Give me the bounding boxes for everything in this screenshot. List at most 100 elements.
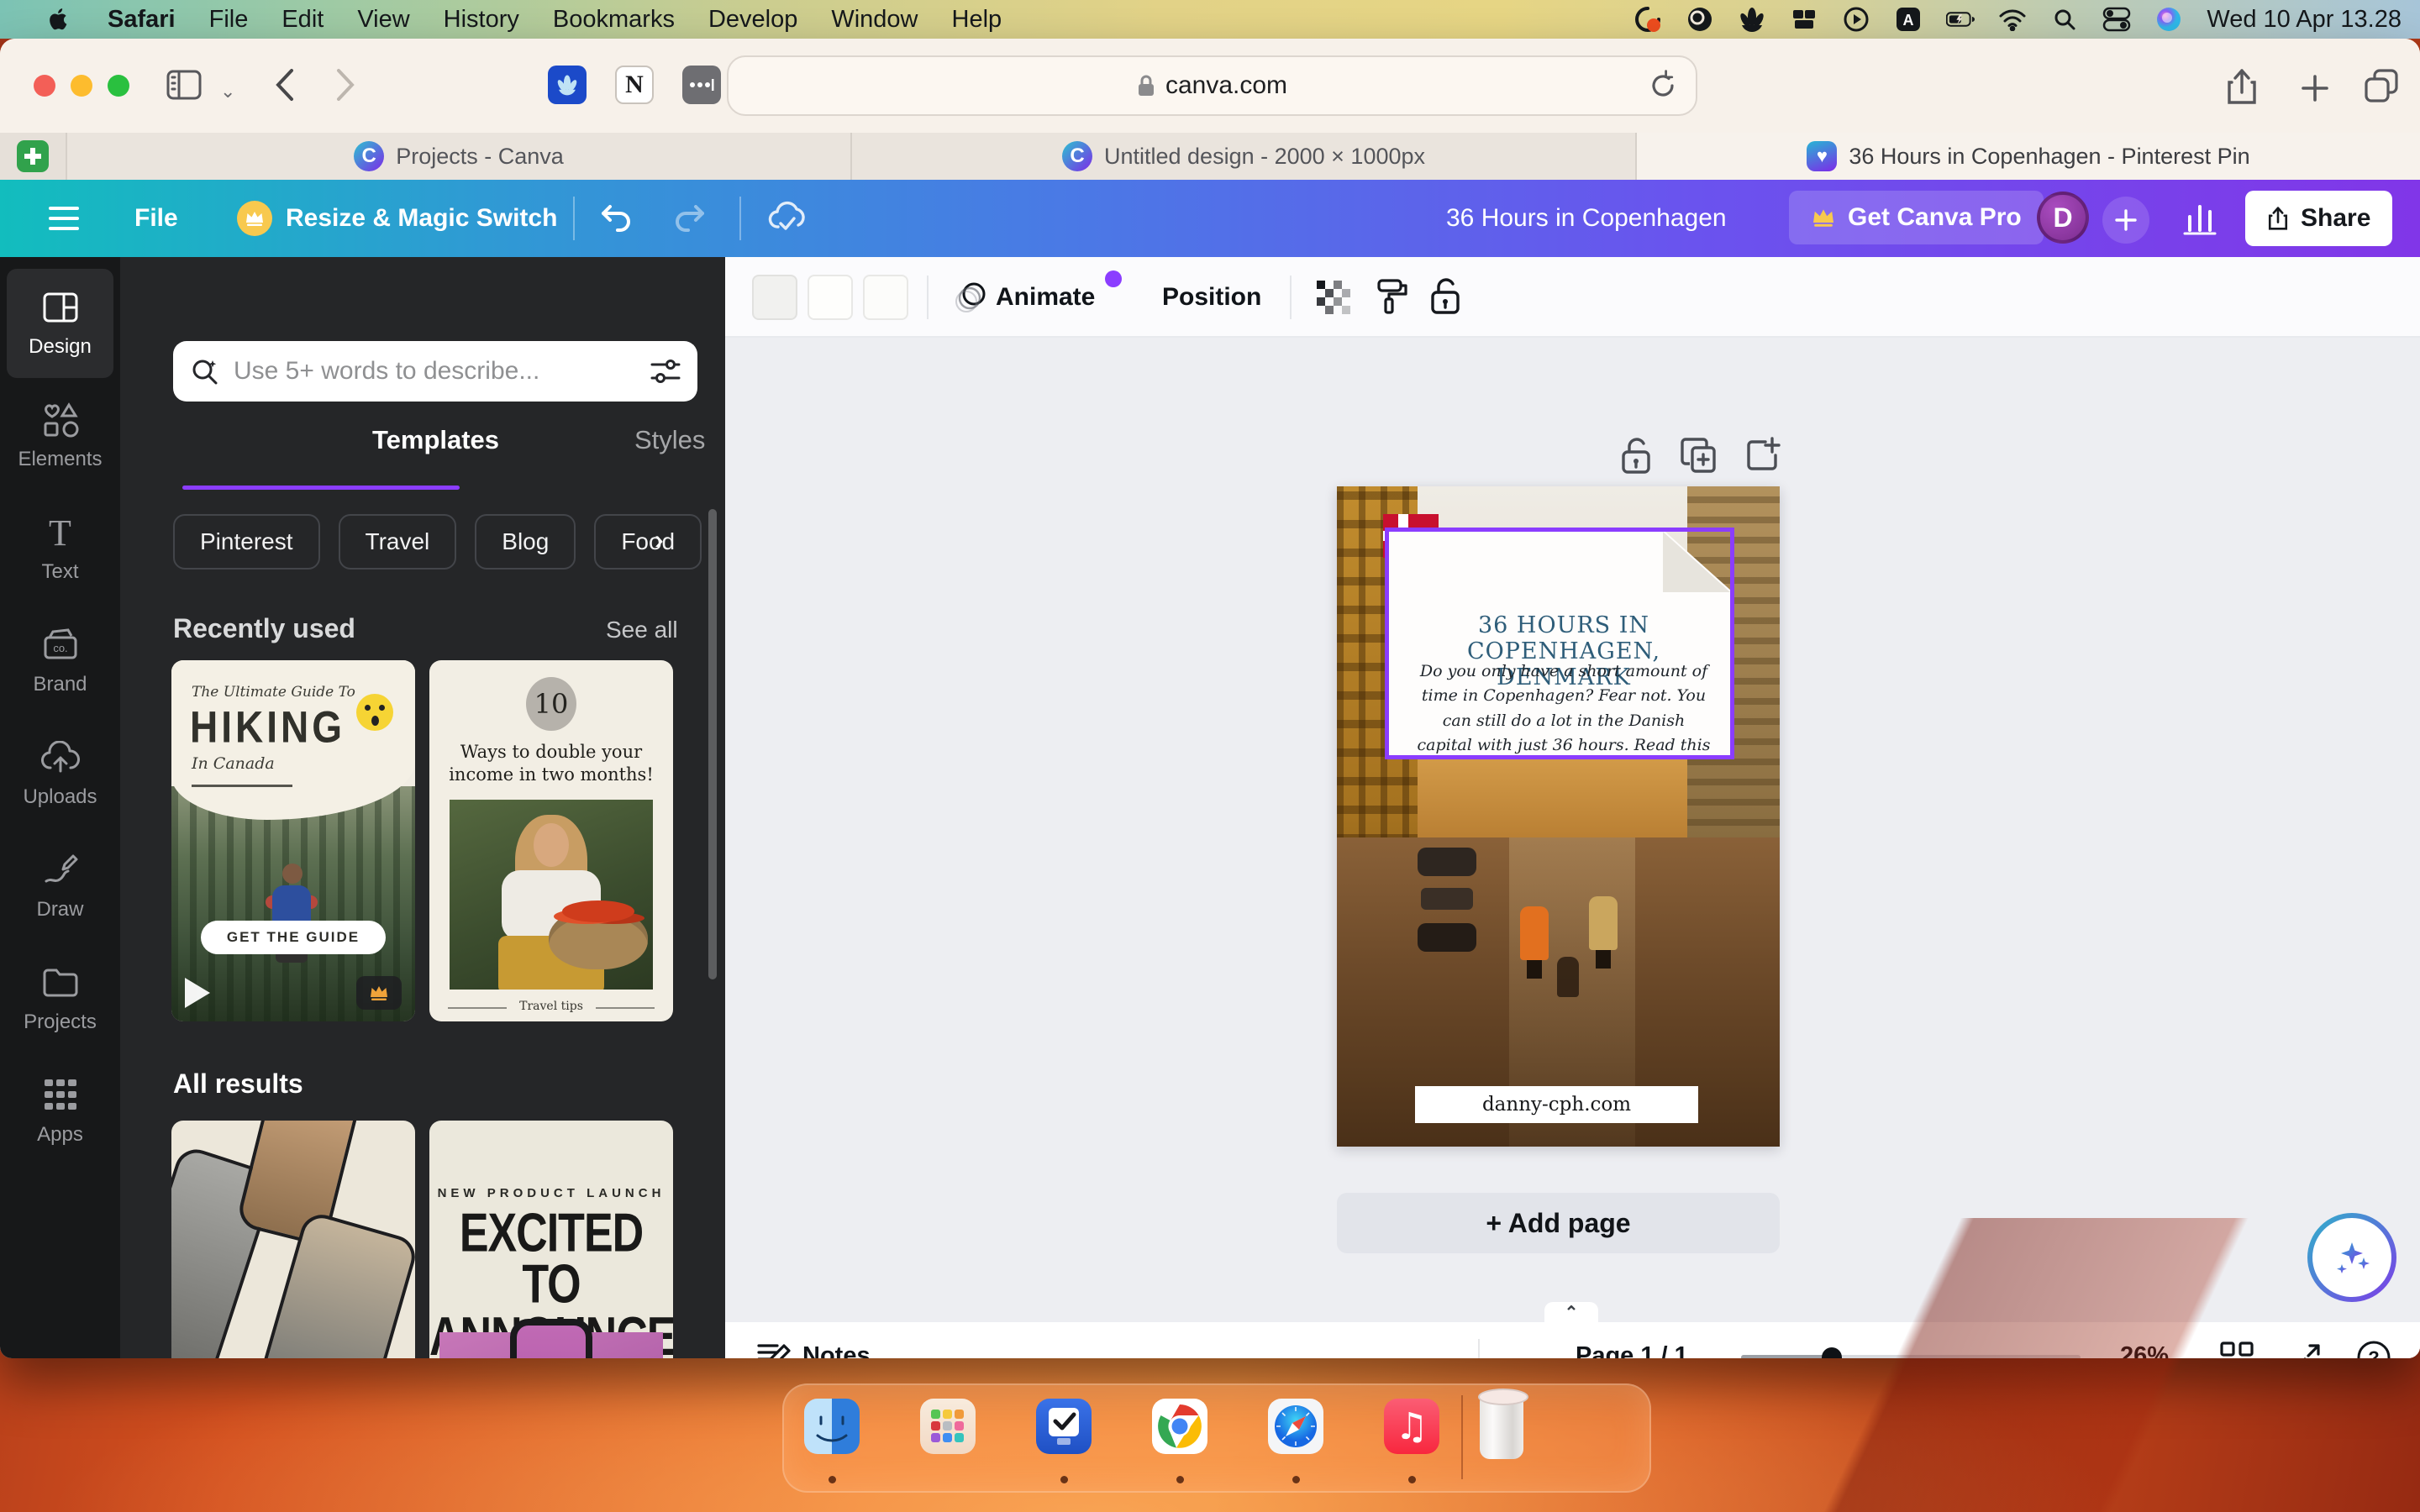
statusbar-collapse-tab[interactable]: ⌃ [1544,1302,1598,1322]
animate-icon[interactable] [954,279,991,316]
menu-history[interactable]: History [444,6,519,34]
chip-blog[interactable]: Blog [475,514,576,570]
sidebar-item-projects[interactable]: Projects [7,944,113,1053]
design-title[interactable]: 36 Hours in Copenhagen [1446,204,1727,233]
apple-logo-icon[interactable] [45,5,74,34]
color-swatch-1[interactable] [752,275,797,320]
tab-styles[interactable]: Styles [634,425,705,455]
dock-finder-icon[interactable] [804,1399,860,1454]
dock-things-icon[interactable] [1036,1399,1092,1454]
hamburger-menu-icon[interactable] [47,205,81,232]
sidebar-item-brand[interactable]: co. Brand [7,606,113,716]
menubar-clock[interactable]: Wed 10 Apr 13.28 [2207,6,2402,34]
zoom-window-button[interactable] [108,75,129,97]
loom-icon[interactable] [1686,5,1714,34]
chip-food[interactable]: Food [594,514,702,570]
avatar[interactable]: D [2037,192,2089,244]
address-bar[interactable]: canva.com [727,55,1697,116]
color-swatch-3[interactable] [863,275,908,320]
panel-scrollbar[interactable] [708,509,717,979]
animate-button[interactable]: Animate [996,283,1095,312]
template-search[interactable] [173,341,697,402]
notes-icon[interactable] [755,1341,791,1358]
minimize-window-button[interactable] [71,75,92,97]
template-card-hiking[interactable]: The Ultimate Guide To HIKING In Canada G… [171,660,415,1021]
wifi-icon[interactable] [1998,5,2027,34]
play-circle-icon[interactable] [1842,5,1870,34]
stage-manager-icon[interactable] [1790,5,1818,34]
menu-bookmarks[interactable]: Bookmarks [553,6,675,34]
add-member-button[interactable] [2102,197,2149,244]
keyboard-a-icon[interactable]: A [1894,5,1923,34]
share-button[interactable]: Share [2245,191,2392,246]
forward-button[interactable] [334,67,356,102]
design-page[interactable]: 36 HOURS IN COPENHAGEN, DENMARK Do you o… [1337,486,1780,1147]
tab-templates[interactable]: Templates [372,425,499,455]
chip-pinterest[interactable]: Pinterest [173,514,320,570]
sidebar-item-uploads[interactable]: Uploads [7,719,113,828]
lock-icon[interactable] [1428,276,1463,316]
sidebar-item-draw[interactable]: Draw [7,832,113,941]
dock-safari-icon[interactable] [1268,1399,1323,1454]
extension-lotus-icon[interactable] [548,66,587,104]
transparency-icon[interactable] [1315,279,1352,316]
undo-icon[interactable] [598,200,635,237]
template-card-announce[interactable]: NEW PRODUCT LAUNCH EXCITED TO ANNOUNCE [429,1121,673,1358]
menu-edit[interactable]: Edit [281,6,324,34]
grid-view-icon[interactable] [2219,1341,2254,1358]
template-card-phones[interactable] [171,1121,415,1358]
editor-canvas[interactable]: Animate Position [725,257,2420,1358]
search-input[interactable] [234,357,637,386]
menu-develop[interactable]: Develop [708,6,797,34]
sidebar-chevron-icon[interactable]: ⌄ [220,81,235,102]
help-icon[interactable]: ? [2355,1339,2392,1358]
color-swatch-2[interactable] [808,275,853,320]
menubar-app-name[interactable]: Safari [108,6,176,34]
sidebar-item-apps[interactable]: Apps [7,1057,113,1166]
position-button[interactable]: Position [1162,283,1261,312]
menu-window[interactable]: Window [831,6,918,34]
sidebar-item-text[interactable]: T Text [7,494,113,603]
menu-help[interactable]: Help [952,6,1002,34]
dock-music-icon[interactable]: ♫ [1384,1399,1439,1454]
share-icon[interactable] [2225,67,2259,106]
control-center-icon[interactable] [2102,5,2131,34]
back-button[interactable] [274,67,296,102]
dock-launchpad-icon[interactable] [920,1399,976,1454]
see-all-link[interactable]: See all [606,617,678,643]
file-menu-button[interactable]: File [134,204,178,233]
redo-icon[interactable] [671,200,708,237]
add-page-icon[interactable] [1742,435,1782,475]
extension-notion-icon[interactable]: N [615,66,654,104]
selected-text-box[interactable]: 36 HOURS IN COPENHAGEN, DENMARK Do you o… [1385,528,1734,759]
spotlight-icon[interactable] [2050,5,2079,34]
filter-sliders-icon[interactable] [650,357,681,386]
zoom-slider[interactable] [1741,1355,2081,1358]
new-tab-icon[interactable] [2301,74,2329,102]
ai-assistant-button[interactable] [2307,1213,2396,1302]
tab-copenhagen-pin[interactable]: ♥ 36 Hours in Copenhagen - Pinterest Pin [1637,133,2420,180]
zoom-slider-thumb[interactable] [1822,1347,1842,1358]
zoom-level[interactable]: 26% [2120,1342,2169,1358]
duplicate-page-icon[interactable] [1678,435,1718,475]
tab-projects[interactable]: C Projects - Canva [67,133,852,180]
screen-recording-icon[interactable] [1634,5,1662,34]
notes-button[interactable]: Notes [802,1342,871,1358]
reload-icon[interactable] [1649,69,1677,102]
lotus-icon[interactable] [1738,5,1766,34]
get-canva-pro-button[interactable]: Get Canva Pro [1789,191,2044,244]
tab-untitled-design[interactable]: C Untitled design - 2000 × 1000px [852,133,1637,180]
sidebar-toggle-icon[interactable] [166,69,202,101]
extension-password-icon[interactable] [682,66,721,104]
siri-icon[interactable] [2154,5,2183,34]
pinned-tab[interactable] [0,133,67,180]
resize-magic-switch-button[interactable]: Resize & Magic Switch [286,204,557,233]
menu-view[interactable]: View [357,6,409,34]
menu-file[interactable]: File [209,6,249,34]
tab-overview-icon[interactable] [2363,69,2400,104]
battery-icon[interactable] [1946,5,1975,34]
sidebar-item-elements[interactable]: Elements [7,381,113,491]
insights-chart-icon[interactable] [2181,202,2218,235]
add-page-button[interactable]: + Add page [1337,1193,1780,1253]
close-window-button[interactable] [34,75,55,97]
